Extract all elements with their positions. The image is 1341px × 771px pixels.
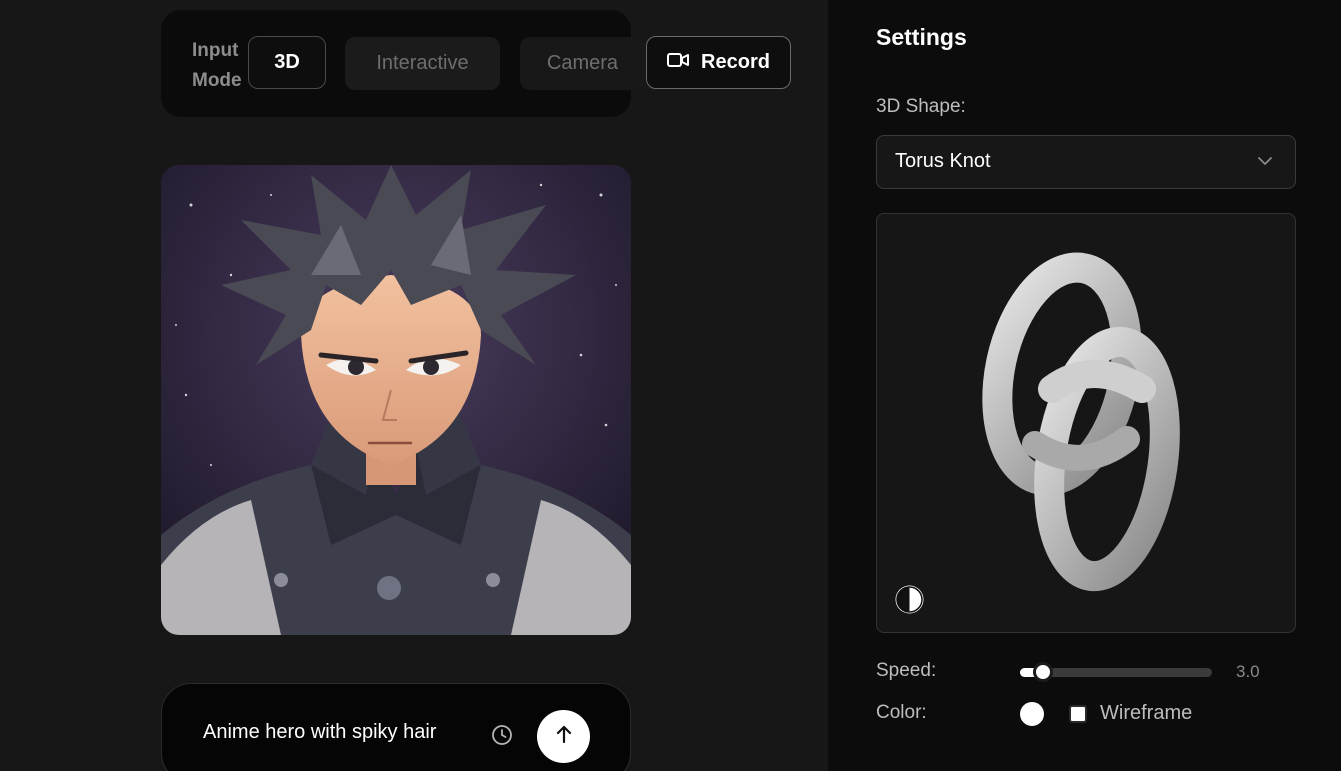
send-button[interactable] [537, 710, 590, 763]
wireframe-label[interactable]: Wireframe [1100, 702, 1192, 725]
mode-interactive-button[interactable]: Interactive [345, 37, 500, 90]
mode-interactive-label: Interactive [376, 52, 469, 74]
color-swatch[interactable] [1020, 702, 1044, 726]
record-label: Record [701, 51, 770, 73]
color-label: Color: [876, 702, 927, 723]
speed-value: 3.0 [1236, 662, 1260, 681]
app: Input Mode 3D Interactive Camera Record [0, 0, 1341, 771]
speed-label: Speed: [876, 660, 937, 681]
record-button[interactable]: Record [646, 36, 791, 89]
mode-3d-label: 3D [274, 51, 300, 73]
mode-3d-button[interactable]: 3D [248, 36, 326, 89]
chevron-down-icon [1256, 154, 1274, 168]
wireframe-checkbox[interactable] [1069, 705, 1087, 723]
settings-title: Settings [876, 24, 967, 50]
shape-label: 3D Shape: [876, 96, 966, 117]
shape-select-value: Torus Knot [895, 150, 991, 172]
mode-camera-label: Camera [546, 52, 619, 74]
generated-image [161, 165, 631, 635]
clock-icon[interactable] [491, 724, 513, 746]
video-camera-icon [667, 51, 690, 74]
mode-camera-button[interactable]: Camera [520, 37, 645, 90]
contrast-icon[interactable] [894, 584, 925, 615]
arrow-up-icon [555, 724, 573, 749]
shape-preview[interactable] [876, 213, 1296, 633]
prompt-input[interactable]: Anime hero with spiky hair [203, 721, 436, 744]
input-mode-label: Input Mode [192, 40, 242, 91]
speed-slider-thumb[interactable] [1033, 662, 1053, 682]
